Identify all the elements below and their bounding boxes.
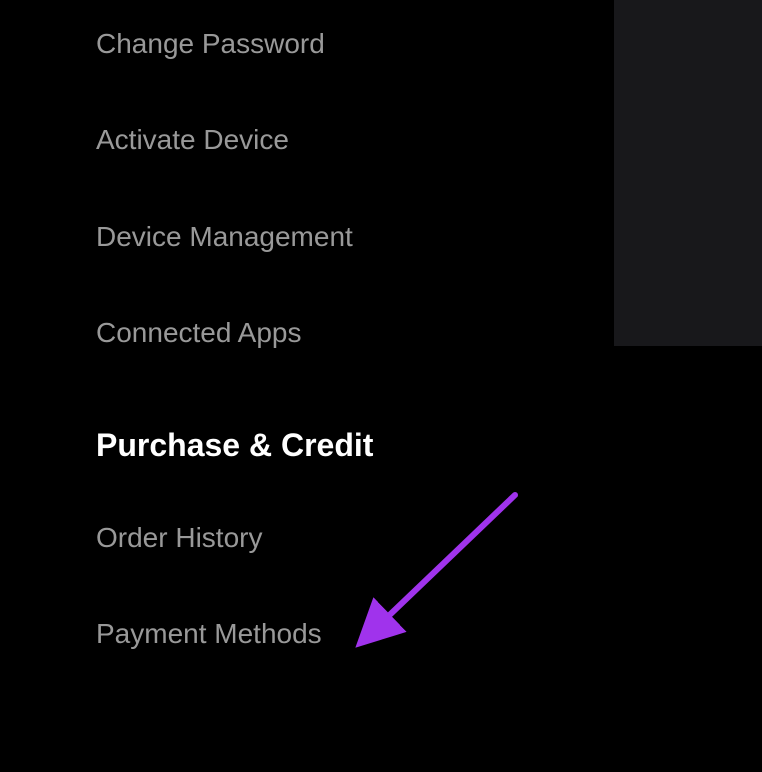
nav-payment-methods[interactable]: Payment Methods xyxy=(96,616,762,652)
nav-order-history[interactable]: Order History xyxy=(96,520,762,556)
side-panel xyxy=(614,0,762,346)
section-purchase-credit: Purchase & Credit xyxy=(96,426,762,464)
